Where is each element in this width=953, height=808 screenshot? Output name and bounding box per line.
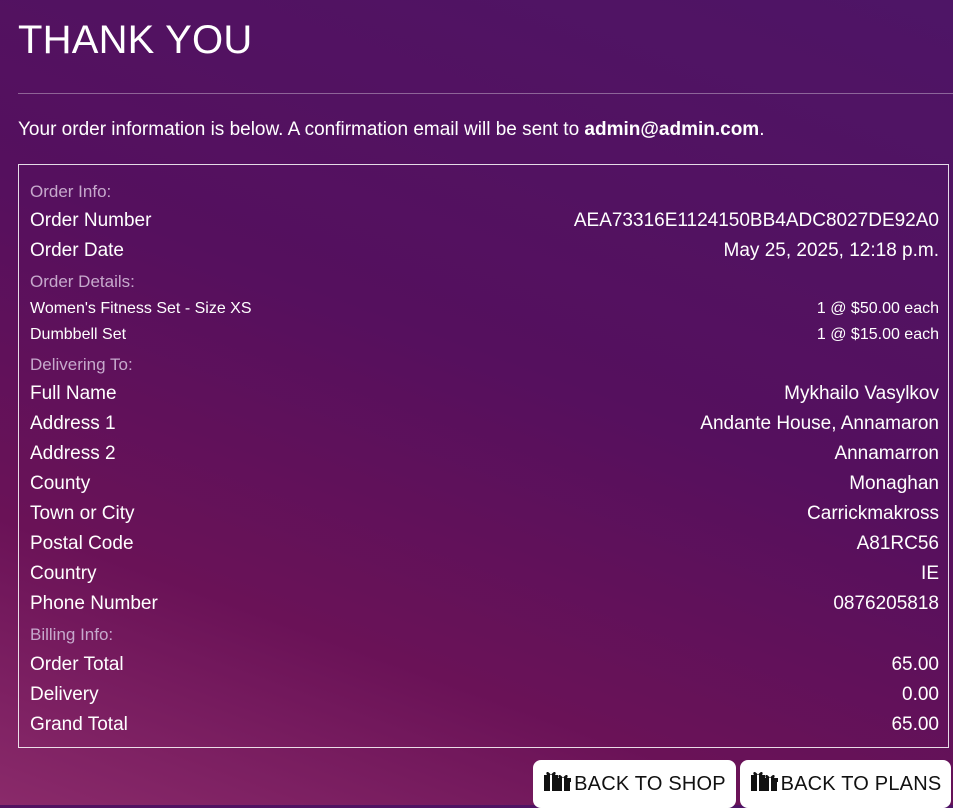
delivery-row: Delivery 0.00	[30, 680, 939, 710]
order-details-heading-label: Order Details:	[30, 272, 135, 291]
order-info-heading: Order Info:	[30, 179, 939, 205]
order-number-label: Order Number	[30, 210, 152, 231]
order-info-heading-label: Order Info:	[30, 182, 112, 201]
gifts-icon	[750, 770, 781, 798]
order-details-heading: Order Details:	[30, 269, 939, 295]
back-to-shop-button[interactable]: BACK TO SHOP	[533, 760, 736, 808]
order-total-label: Order Total	[30, 654, 124, 675]
full-name-label: Full Name	[30, 383, 117, 404]
order-date-row: Order Date May 25, 2025, 12:18 p.m.	[30, 236, 939, 266]
order-date-label: Order Date	[30, 240, 124, 261]
billing-heading-label: Billing Info:	[30, 625, 114, 644]
intro-text: Your order information is below. A confi…	[18, 118, 764, 142]
line-item-name: Dumbbell Set	[30, 326, 127, 343]
grand-total-label: Grand Total	[30, 714, 128, 735]
address1-label: Address 1	[30, 413, 116, 434]
line-item-name: Women's Fitness Set - Size XS	[30, 300, 252, 317]
order-summary-card: Order Info: Order Number AEA73316E112415…	[18, 164, 949, 748]
billing-heading: Billing Info:	[30, 622, 939, 648]
address2-value: Annamarron	[834, 443, 939, 464]
intro-message: Your order information is below. A confi…	[18, 119, 585, 140]
address2-row: Address 2 Annamarron	[30, 439, 939, 469]
order-number-row: Order Number AEA73316E1124150BB4ADC8027D…	[30, 206, 939, 236]
postal-code-row: Postal Code A81RC56	[30, 529, 939, 559]
phone-label: Phone Number	[30, 593, 158, 614]
grand-total-value: 65.00	[891, 714, 939, 735]
phone-row: Phone Number 0876205818	[30, 589, 939, 619]
delivering-to-heading: Delivering To:	[30, 352, 939, 378]
delivery-value: 0.00	[902, 684, 939, 705]
address2-label: Address 2	[30, 443, 116, 464]
intro-period: .	[759, 119, 765, 140]
line-item-qty-price: 1 @ $15.00 each	[816, 326, 939, 343]
county-row: County Monaghan	[30, 469, 939, 499]
phone-value: 0876205818	[833, 593, 939, 614]
line-item: Women's Fitness Set - Size XS 1 @ $50.00…	[30, 296, 939, 322]
back-to-shop-label: BACK TO SHOP	[574, 772, 726, 795]
full-name-row: Full Name Mykhailo Vasylkov	[30, 379, 939, 409]
town-value: Carrickmakross	[807, 503, 939, 524]
country-label: Country	[30, 563, 97, 584]
gifts-icon	[543, 770, 574, 798]
order-total-value: 65.00	[891, 654, 939, 675]
delivery-label: Delivery	[30, 684, 99, 705]
confirmation-email: admin@admin.com	[584, 119, 760, 140]
country-row: Country IE	[30, 559, 939, 589]
order-date-value: May 25, 2025, 12:18 p.m.	[723, 240, 939, 261]
county-value: Monaghan	[849, 473, 939, 494]
page-title: THANK YOU	[18, 18, 253, 62]
postal-code-value: A81RC56	[856, 533, 939, 554]
back-to-plans-button[interactable]: BACK TO PLANS	[740, 760, 951, 808]
country-value: IE	[921, 563, 939, 584]
county-label: County	[30, 473, 91, 494]
back-to-plans-label: BACK TO PLANS	[780, 772, 942, 795]
order-number-value: AEA73316E1124150BB4ADC8027DE92A0	[573, 210, 939, 231]
line-item-qty-price: 1 @ $50.00 each	[816, 300, 939, 317]
address1-value: Andante House, Annamaron	[700, 413, 939, 434]
delivering-to-heading-label: Delivering To:	[30, 355, 133, 374]
divider	[18, 93, 953, 94]
town-row: Town or City Carrickmakross	[30, 499, 939, 529]
address1-row: Address 1 Andante House, Annamaron	[30, 409, 939, 439]
line-item: Dumbbell Set 1 @ $15.00 each	[30, 322, 939, 348]
order-total-row: Order Total 65.00	[30, 650, 939, 680]
town-label: Town or City	[30, 503, 135, 524]
postal-code-label: Postal Code	[30, 533, 134, 554]
full-name-value: Mykhailo Vasylkov	[784, 383, 939, 404]
grand-total-row: Grand Total 65.00	[30, 710, 939, 740]
